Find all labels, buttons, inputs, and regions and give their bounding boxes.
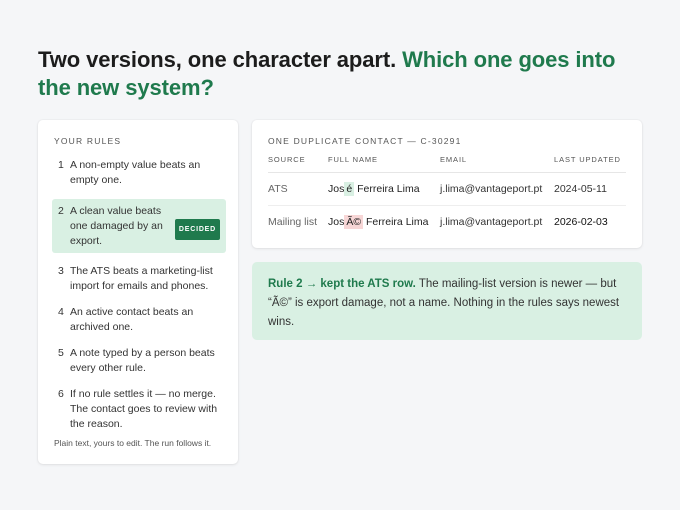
cell-source: Mailing list (268, 216, 318, 228)
rule-text: A non-empty value beats an empty one. (70, 159, 201, 186)
name-suffix: Ferreira Lima (366, 216, 429, 228)
column-header-source: SOURCE (268, 155, 328, 173)
cell-source: ATS (268, 172, 328, 206)
decision-note: Rule 2 → kept the ATS row. The mailing-l… (252, 262, 642, 340)
rule-number: 3 (58, 265, 64, 277)
table-row[interactable]: Mailing list Jos Ã© Ferreira Lima j.lima@… (268, 206, 626, 239)
name-prefix: Jos (328, 216, 345, 228)
contact-heading: ONE DUPLICATE CONTACT — C-30291 (268, 136, 462, 146)
rules-panel: YOUR RULES 1 A non-empty value beats an … (38, 120, 238, 464)
page-title: Two versions, one character apart. Which… (38, 46, 648, 102)
rule-item-6[interactable]: 6 If no rule settles it — no merge. The … (52, 387, 226, 432)
rule-item-4[interactable]: 4 An active contact beats an archived on… (52, 305, 226, 335)
rule-text: The ATS beats a marketing-list import fo… (70, 265, 213, 292)
rule-item-5[interactable]: 5 A note typed by a person beats every o… (52, 346, 226, 376)
damaged-character: Ã© (344, 215, 364, 229)
rule-item-1[interactable]: 1 A non-empty value beats an empty one. (52, 158, 226, 188)
table-header-row: SOURCE FULL NAME EMAIL LAST UPDATED (268, 155, 626, 173)
decided-badge: DECIDED (174, 219, 220, 240)
cell-email: j.lima@vantageport.pt (440, 172, 554, 206)
clean-character: é (344, 182, 355, 196)
cell-email: j.lima@vantageport.pt (440, 216, 543, 228)
rules-footer: Plain text, yours to edit. The run follo… (54, 438, 212, 448)
table-row[interactable]: ATS Jos é Ferreira Lima j.lima@vantagepor… (268, 172, 626, 206)
cell-last-updated: 2026-02-03 (554, 216, 608, 228)
rule-number: 4 (58, 306, 64, 318)
column-header-full-name: FULL NAME (328, 155, 440, 173)
headline-statement: Two versions, one character apart. (38, 47, 397, 72)
column-header-last-updated: LAST UPDATED (554, 155, 626, 173)
rule-number: 2 (58, 205, 64, 217)
rule-item-2[interactable]: 2 A clean value beats one damaged by an … (52, 199, 226, 253)
name-suffix: Ferreira Lima (357, 183, 420, 195)
name-prefix: Jos (328, 183, 345, 195)
rule-text: An active contact beats an archived one. (70, 306, 194, 333)
rule-text: If no rule settles it — no merge. The co… (70, 388, 218, 430)
rule-number: 5 (58, 347, 64, 359)
rules-list: 1 A non-empty value beats an empty one. … (52, 158, 226, 432)
rule-number: 6 (58, 388, 64, 400)
rule-item-3[interactable]: 3 The ATS beats a marketing-list import … (52, 264, 226, 294)
duplicate-contact-panel: ONE DUPLICATE CONTACT — C-30291 SOURCE F… (252, 120, 642, 248)
rule-number: 1 (58, 159, 64, 171)
column-header-email: EMAIL (440, 155, 554, 173)
cell-full-name: Jos é Ferreira Lima (328, 172, 440, 206)
cell-full-name: Jos Ã© Ferreira Lima (328, 206, 440, 239)
decision-summary: Rule 2 → kept the ATS row. (268, 278, 416, 290)
cell-last-updated: 2024-05-11 (554, 172, 626, 206)
rules-heading: YOUR RULES (54, 136, 122, 146)
rule-text: A note typed by a person beats every oth… (70, 347, 215, 374)
contact-table: SOURCE FULL NAME EMAIL LAST UPDATED ATS … (268, 155, 626, 238)
